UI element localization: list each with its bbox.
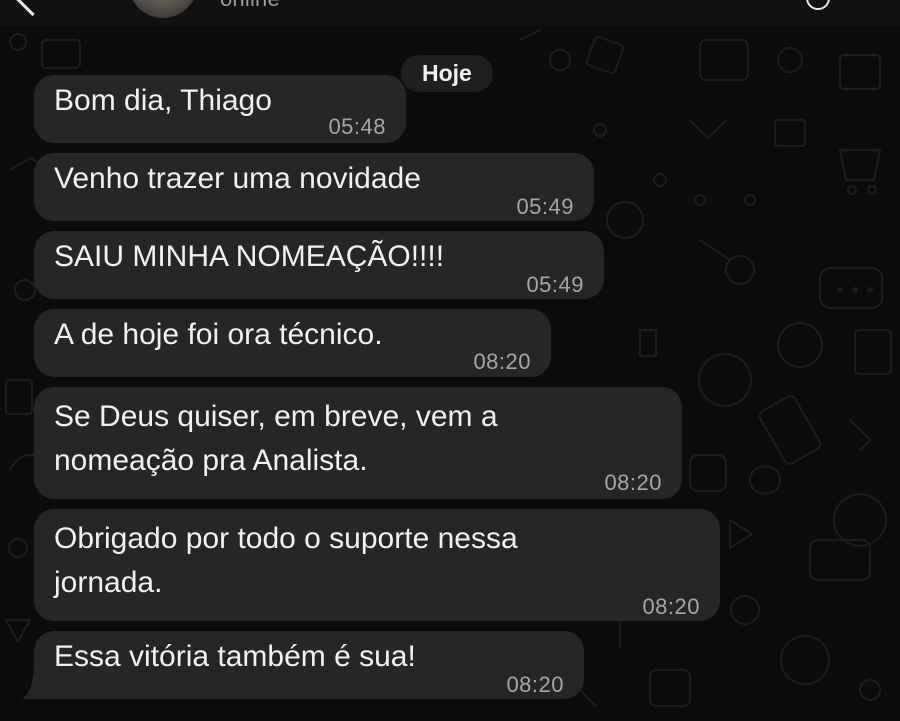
message-bubble[interactable]: Venho trazer uma novidade 05:49 bbox=[34, 153, 594, 221]
date-separator: Hoje bbox=[401, 55, 493, 92]
message-time: 08:20 bbox=[604, 470, 662, 495]
back-icon[interactable] bbox=[14, 0, 51, 17]
contact-status: online bbox=[220, 0, 280, 12]
message-bubble[interactable]: A de hoje foi ora técnico. 08:20 bbox=[34, 309, 551, 377]
message-text: A de hoje foi ora técnico. bbox=[54, 318, 383, 351]
message-time: 08:20 bbox=[473, 349, 531, 374]
message-time: 08:20 bbox=[506, 672, 564, 697]
message-time: 05:49 bbox=[516, 194, 574, 219]
call-icon[interactable] bbox=[806, 0, 830, 10]
message-text: SAIU MINHA NOMEAÇÃO!!!! bbox=[54, 240, 445, 273]
message-time: 05:49 bbox=[526, 272, 584, 297]
message-text: Venho trazer uma novidade bbox=[54, 162, 421, 195]
message-bubble[interactable]: Obrigado por todo o suporte nessa jornad… bbox=[34, 509, 720, 621]
message-bubble[interactable]: Se Deus quiser, em breve, vem a nomeação… bbox=[34, 387, 682, 499]
message-text: Se Deus quiser, em breve, vem a nomeação… bbox=[54, 400, 498, 477]
chat-header: online bbox=[0, 0, 900, 26]
message-bubble[interactable]: SAIU MINHA NOMEAÇÃO!!!! 05:49 bbox=[34, 231, 604, 299]
message-time: 08:20 bbox=[642, 594, 700, 619]
message-bubble[interactable]: Bom dia, Thiago 05:48 bbox=[34, 75, 406, 143]
message-text: Obrigado por todo o suporte nessa jornad… bbox=[54, 522, 518, 599]
avatar[interactable] bbox=[128, 0, 198, 18]
message-bubble[interactable]: Essa vitória também é sua! 08:20 bbox=[34, 631, 584, 699]
message-text: Bom dia, Thiago bbox=[54, 84, 272, 117]
message-text: Essa vitória também é sua! bbox=[54, 640, 416, 673]
message-time: 05:48 bbox=[328, 114, 386, 139]
chat-screen: online Hoje Bom dia, Thiago 05:48 Venho … bbox=[0, 0, 900, 721]
